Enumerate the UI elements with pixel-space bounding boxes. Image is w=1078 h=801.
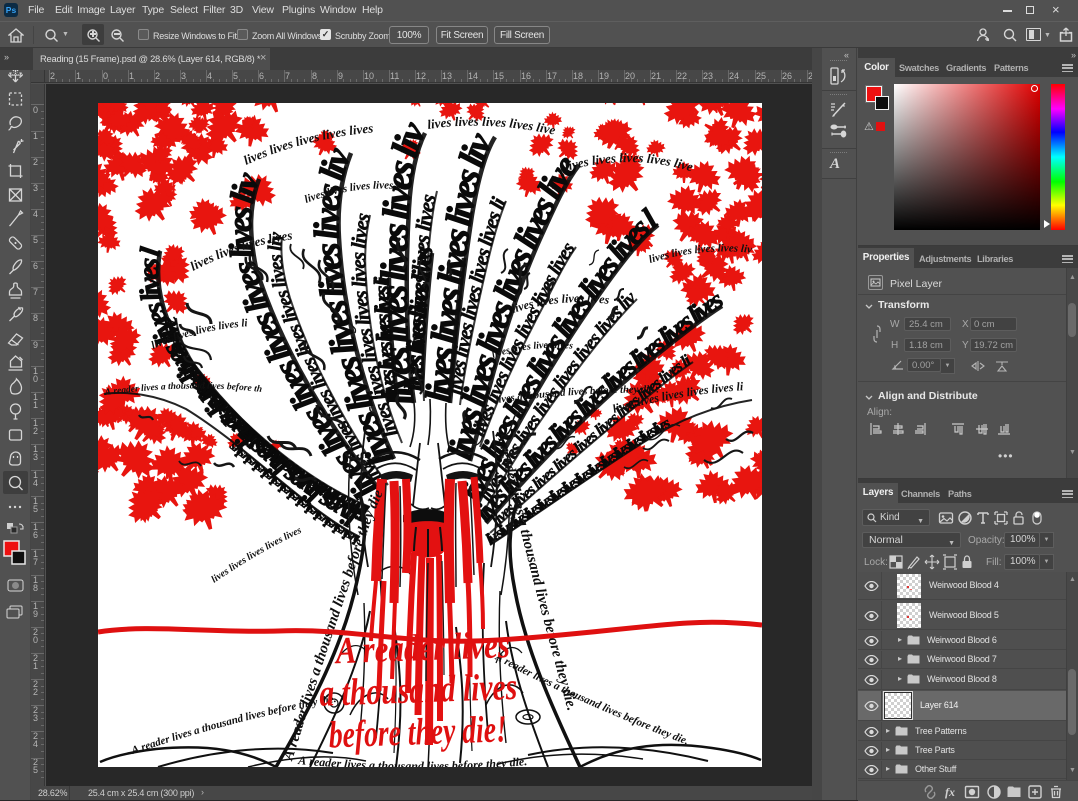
svg-text:before they die!: before they die!: [328, 708, 507, 756]
svg-text:a thousand lives: a thousand lives: [319, 666, 518, 715]
svg-text:fx: fx: [945, 785, 955, 799]
svg-text:A reader lives: A reader lives: [333, 624, 510, 672]
